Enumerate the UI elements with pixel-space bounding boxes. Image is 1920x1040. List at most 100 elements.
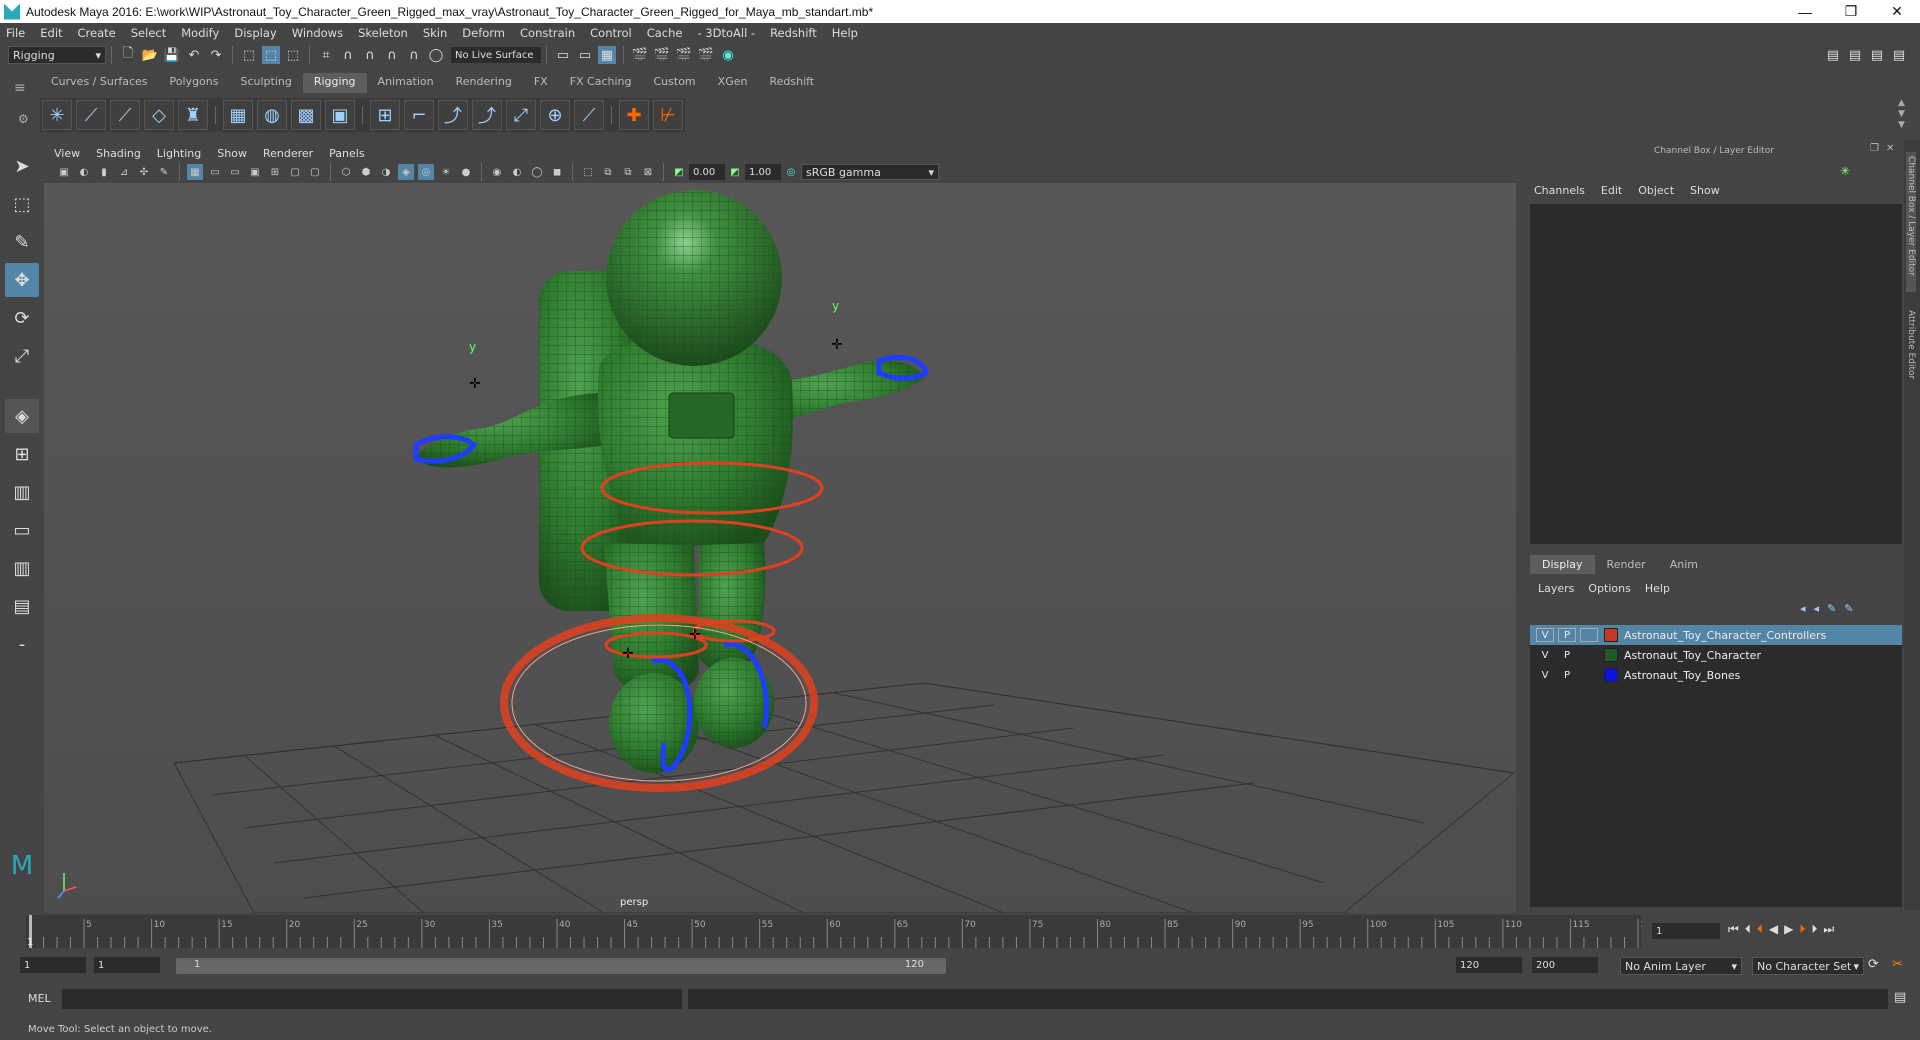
select-component-icon[interactable]: ⬚ (284, 46, 302, 64)
scale-constraint-icon[interactable]: ⤢ (506, 100, 536, 130)
isolate-select-icon[interactable]: ◼ (549, 164, 565, 180)
perspective-graph-icon[interactable]: ▭ (5, 513, 39, 547)
create-joint-icon[interactable]: ✳ (42, 100, 72, 130)
auto-key-icon[interactable]: ⟳ (1868, 957, 1879, 972)
menu-modify[interactable]: Modify (181, 26, 219, 40)
select-camera-icon[interactable]: ▣ (56, 164, 72, 180)
live-surface-icon[interactable]: ◯ (427, 46, 445, 64)
depth-of-field-icon[interactable]: ◯ (529, 164, 545, 180)
new-layer-selected-icon[interactable]: ✎ (1844, 602, 1853, 615)
camera-attributes-icon[interactable]: ◐ (76, 164, 92, 180)
menu-help[interactable]: Help (832, 26, 858, 40)
undo-icon[interactable]: ↶ (185, 46, 203, 64)
exposure-icon[interactable]: ◩ (671, 164, 687, 180)
layer-display-type-toggle[interactable] (1580, 648, 1598, 662)
toggle-toolsettings-icon[interactable]: ▤ (1890, 46, 1908, 64)
menu-select[interactable]: Select (131, 26, 166, 40)
viewport-menu-show[interactable]: Show (217, 147, 247, 160)
textured-icon[interactable]: ◈ (398, 164, 414, 180)
single-perspective-icon[interactable]: ◈ (5, 399, 39, 433)
menuset-dropdown[interactable]: Rigging ▾ (8, 46, 106, 64)
viewport-menu-view[interactable]: View (54, 147, 80, 160)
safe-action-icon[interactable]: ▢ (287, 164, 303, 180)
perspective-outliner-icon[interactable]: ▥ (5, 475, 39, 509)
channel-box-area[interactable] (1530, 204, 1902, 544)
hypershade-layout-icon[interactable]: ▥ (5, 551, 39, 585)
render-view-icon[interactable]: 🎬 (631, 46, 649, 64)
close-button[interactable]: ✕ (1874, 0, 1920, 23)
more-layouts-icon[interactable]: - (5, 627, 39, 661)
exposure-field[interactable]: 0.00 (689, 164, 725, 180)
shelf-tab-sculpting[interactable]: Sculpting (229, 73, 302, 93)
script-editor-icon[interactable]: ▤ (1894, 990, 1906, 1005)
layer-row[interactable]: V P Astronaut_Toy_Bones (1530, 665, 1902, 685)
four-view-icon[interactable]: ⊞ (5, 437, 39, 471)
shelf-scroll-icon[interactable]: ▲ ▼ ▼ (1898, 98, 1905, 131)
shelf-settings-icon[interactable]: ⚙ (18, 112, 29, 126)
motion-blur-icon[interactable]: ◉ (489, 164, 505, 180)
resolution-gate-icon[interactable]: ▭ (227, 164, 243, 180)
layer-row[interactable]: V P Astronaut_Toy_Character_Controllers (1530, 625, 1902, 645)
character-set-dropdown[interactable]: No Character Set ▾ (1752, 957, 1864, 975)
menu-skin[interactable]: Skin (423, 26, 447, 40)
menu-skeleton[interactable]: Skeleton (358, 26, 408, 40)
layer-playback-toggle[interactable]: P (1558, 648, 1576, 662)
ipr-render-icon[interactable]: 🎬 (675, 46, 693, 64)
use-all-lights-icon[interactable]: ◎ (418, 164, 434, 180)
layer-playback-toggle[interactable]: P (1558, 668, 1576, 682)
layer-color-swatch[interactable] (1604, 648, 1618, 662)
field-chart-icon[interactable]: ⊞ (267, 164, 283, 180)
new-scene-icon[interactable]: 🗋 (119, 46, 137, 64)
perspective-viewport[interactable]: ✛ ✛ ✛ ✛ y y persp (44, 183, 1516, 913)
playback-start-field[interactable]: 1 (94, 957, 160, 973)
shelf-tab-redshift[interactable]: Redshift (758, 73, 825, 93)
snap-grid-icon[interactable]: ⌗ (317, 46, 335, 64)
shelf-tab-xgen[interactable]: XGen (707, 73, 759, 93)
maya-home-icon[interactable]: M (5, 849, 39, 883)
gamma-icon[interactable]: ◩ (727, 164, 743, 180)
step-forward-icon[interactable]: ⏵ (1811, 922, 1817, 937)
live-surface-field[interactable]: No Live Surface (451, 47, 541, 63)
range-slider[interactable]: 1 120 (176, 958, 946, 974)
layer-playback-toggle[interactable]: P (1558, 628, 1576, 642)
menu-file[interactable]: File (6, 26, 25, 40)
paint-select-tool-icon[interactable]: ✎ (5, 225, 39, 259)
step-back-icon[interactable]: ⏴ (1745, 922, 1751, 937)
side-tab-channel-box[interactable]: Channel Box / Layer Editor (1906, 152, 1916, 292)
aim-constraint-icon[interactable]: ⤴ (472, 100, 502, 130)
viewport-menu-renderer[interactable]: Renderer (263, 147, 313, 160)
layer-visibility-toggle[interactable]: V (1536, 668, 1554, 682)
gate-mask-icon[interactable]: ▣ (247, 164, 263, 180)
menu-display[interactable]: Display (234, 26, 276, 40)
shelf-tab-fx[interactable]: FX (523, 73, 559, 93)
step-forward-key-icon[interactable]: ⏵ (1799, 922, 1805, 937)
le-menu-layers[interactable]: Layers (1538, 582, 1574, 595)
move-layer-down-icon[interactable]: ◂ (1814, 602, 1820, 615)
menu-edit[interactable]: Edit (40, 26, 62, 40)
cb-menu-channels[interactable]: Channels (1534, 184, 1585, 197)
menu-control[interactable]: Control (590, 26, 632, 40)
colorspace-dropdown[interactable]: sRGB gamma ▾ (801, 164, 939, 180)
wireframe-icon[interactable]: ⬡ (338, 164, 354, 180)
preferences-icon[interactable]: ✂ (1892, 957, 1903, 972)
restore-button[interactable]: ❐ (1828, 0, 1874, 23)
ik-spline-icon[interactable]: ⟋ (110, 100, 140, 130)
input-ops-icon[interactable]: ▭ (554, 46, 572, 64)
layer-color-swatch[interactable] (1604, 668, 1618, 682)
shelf-tab-animation[interactable]: Animation (367, 73, 445, 93)
outliner-layout-icon[interactable]: ▤ (5, 589, 39, 623)
cb-menu-object[interactable]: Object (1638, 184, 1674, 197)
le-menu-options[interactable]: Options (1588, 582, 1630, 595)
play-forward-icon[interactable]: ▶ (1784, 922, 1793, 937)
playback-end-field[interactable]: 120 (1456, 957, 1522, 973)
layer-color-swatch[interactable] (1604, 628, 1618, 642)
gamma-field[interactable]: 1.00 (745, 164, 781, 180)
hypershade-icon[interactable]: ◉ (719, 46, 737, 64)
layer-display-type-toggle[interactable] (1580, 668, 1598, 682)
anim-layer-dropdown[interactable]: No Anim Layer ▾ (1620, 957, 1742, 975)
point-constraint-icon[interactable]: ⌐ (404, 100, 434, 130)
side-tab-attribute-editor[interactable]: Attribute Editor (1906, 310, 1916, 400)
wireframe-on-shaded-icon[interactable]: ◑ (378, 164, 394, 180)
mirror-joint-icon[interactable]: ◇ (144, 100, 174, 130)
command-input[interactable] (62, 989, 682, 1009)
